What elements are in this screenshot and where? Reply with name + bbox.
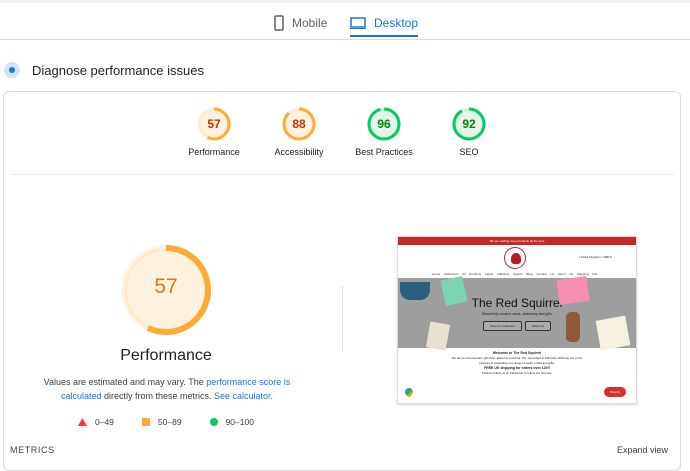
laptop-icon xyxy=(350,16,366,29)
site-hero-subtitle: Beautifully curated cards, stationery an… xyxy=(482,312,552,316)
performance-gauge-large: 57 xyxy=(120,244,212,336)
performance-score-large: 57 xyxy=(154,275,178,298)
site-logo xyxy=(504,247,526,269)
diagnose-header: Diagnose performance issues xyxy=(4,62,204,78)
site-chat-button: Shopify xyxy=(603,387,626,397)
square-icon xyxy=(141,418,150,426)
note-text: Values are estimated and may vary. The xyxy=(43,377,207,387)
site-banner: We are adding more products all the time xyxy=(398,237,636,245)
see-calculator-link[interactable]: See calculator. xyxy=(214,391,273,401)
triangle-icon xyxy=(78,418,87,426)
diagnose-title: Diagnose performance issues xyxy=(32,62,204,78)
site-about-button: About Us xyxy=(524,321,552,331)
circle-icon xyxy=(209,418,218,426)
tab-desktop-label: Desktop xyxy=(374,15,419,30)
score-note: Values are estimated and may vary. The p… xyxy=(36,375,298,403)
site-hero: The Red Squirrel Beautifully curated car… xyxy=(398,275,636,351)
tab-mobile-label: Mobile xyxy=(292,16,328,30)
tab-desktop[interactable]: Desktop xyxy=(350,10,419,37)
score-gauges: 57 Performance 88 Accessibility 96 Best Pract… xyxy=(0,106,690,166)
device-tabs: Mobile Desktop xyxy=(0,0,690,40)
metrics-heading: METRICS xyxy=(10,445,55,455)
site-description: We are a contemporary gift shop, based i… xyxy=(451,356,583,365)
tab-mobile[interactable]: Mobile xyxy=(274,10,327,36)
legend-pass: 90–100 xyxy=(209,417,254,427)
vertical-divider xyxy=(342,286,343,352)
score-gauge-seo[interactable]: 92 SEO xyxy=(419,106,519,157)
site-hero-title: The Red Squirrel xyxy=(471,296,563,310)
site-nav: Home Collections All Products Latest Add… xyxy=(432,272,598,276)
phone-icon xyxy=(274,15,284,31)
divider xyxy=(10,174,674,175)
site-shop-button: Shop by Collection xyxy=(482,321,522,331)
legend-fail: 0–49 xyxy=(78,417,114,427)
site-follow: Please Follow us on Facebook to follow o… xyxy=(482,371,552,375)
maps-pin-icon xyxy=(403,386,415,398)
score-value: 92 xyxy=(462,117,476,131)
site-body: Welcome to The Red Squirrel We are a con… xyxy=(398,348,636,376)
score-label: SEO xyxy=(459,147,479,157)
site-currency: United Kingdom | GBP £ xyxy=(579,255,612,259)
site-header: United Kingdom | GBP £ Home Collections … xyxy=(398,245,636,278)
performance-title: Performance xyxy=(120,347,212,364)
legend-average: 50–89 xyxy=(141,417,182,427)
expand-view-button[interactable]: Expand view xyxy=(617,445,668,455)
page-screenshot[interactable]: We are adding more products all the time… xyxy=(397,236,637,404)
diagnose-icon xyxy=(4,62,20,78)
note-text-2: directly from these metrics. xyxy=(101,391,214,401)
score-legend: 0–49 50–89 90–100 xyxy=(78,417,254,427)
